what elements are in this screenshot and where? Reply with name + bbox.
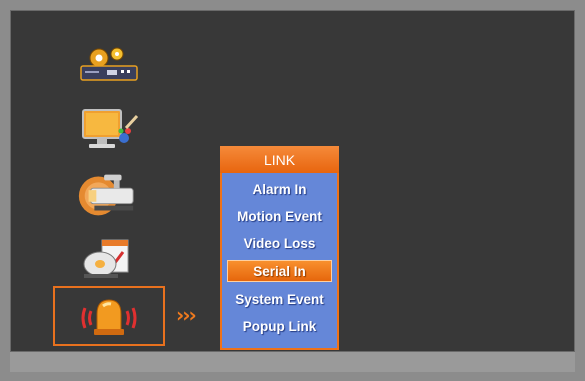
menu-item-popup-link[interactable]: Popup Link [222, 313, 337, 340]
menu-item-motion-event[interactable]: Motion Event [222, 203, 337, 230]
menu-body: Alarm In Motion Event Video Loss Serial … [222, 173, 337, 348]
menu-header: LINK [220, 146, 339, 173]
menu-item-alarm-in[interactable]: Alarm In [222, 176, 337, 203]
link-submenu: LINK Alarm In Motion Event Video Loss Se… [220, 146, 339, 350]
bottom-strip [10, 352, 575, 372]
submenu-arrows: ››› [176, 303, 197, 327]
alarm-light-icon[interactable] [77, 292, 141, 340]
menu-item-video-loss[interactable]: Video Loss [222, 230, 337, 257]
display-icon[interactable] [77, 106, 141, 154]
menu-item-system-event[interactable]: System Event [222, 286, 337, 313]
record-schedule-icon[interactable] [76, 234, 140, 282]
system-settings-icon[interactable] [77, 40, 141, 88]
menu-item-serial-in[interactable]: Serial In [227, 260, 332, 282]
camera-icon[interactable] [75, 170, 139, 218]
